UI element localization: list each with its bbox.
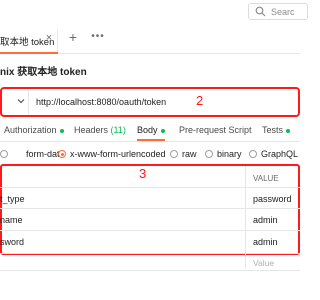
tab-body[interactable]: Body	[137, 125, 165, 135]
new-value-input[interactable]: Value	[253, 258, 274, 268]
row-divider	[0, 208, 300, 209]
body-type-raw[interactable]: raw	[170, 149, 197, 159]
search-input[interactable]: Searc	[248, 3, 308, 20]
param-value[interactable]: password	[253, 194, 292, 204]
body-type-graphql[interactable]: GraphQL	[249, 149, 298, 159]
body-type-binary[interactable]: binary	[205, 149, 242, 159]
radio-icon	[249, 150, 257, 158]
body-type-label: raw	[182, 149, 197, 159]
radio-icon	[205, 150, 213, 158]
tab-pre-request-script[interactable]: Pre-request Script	[179, 125, 252, 135]
row-divider	[0, 270, 300, 271]
annotation-label-3: 3	[139, 166, 147, 181]
new-tab-button[interactable]: +	[66, 30, 80, 44]
tab-pre-request-script-label: Pre-request Script	[179, 125, 252, 135]
param-value[interactable]: admin	[253, 215, 278, 225]
body-type-none-radio[interactable]	[0, 149, 12, 159]
tab-headers[interactable]: Headers (11)	[74, 125, 126, 135]
request-name[interactable]: nix 获取本地 token	[0, 63, 87, 78]
annotation-label-2: 2	[196, 93, 204, 108]
param-key[interactable]: name	[0, 215, 23, 225]
search-placeholder: Searc	[271, 7, 295, 17]
radio-selected-icon	[58, 150, 66, 158]
radio-icon	[0, 150, 8, 158]
status-dot	[286, 128, 291, 133]
body-type-label: GraphQL	[261, 149, 299, 159]
body-type-label: x-www-form-urlencoded	[70, 149, 166, 159]
tab-tests-label: Tests	[262, 125, 284, 135]
close-tab-icon[interactable]: ×	[44, 33, 54, 44]
tab-authorization-label: Authorization	[4, 125, 57, 135]
search-icon	[255, 6, 266, 17]
body-type-x-www-form-urlencoded[interactable]: x-www-form-urlencoded	[58, 149, 166, 159]
method-dropdown-chevron-icon[interactable]	[16, 96, 26, 106]
row-divider	[0, 253, 300, 254]
subtab-divider	[0, 141, 300, 142]
tab-headers-count: (11)	[110, 125, 126, 135]
url-divider	[28, 90, 29, 114]
param-key[interactable]: t_type	[0, 194, 25, 204]
url-input[interactable]: http://localhost:8080/oauth/token	[36, 97, 166, 107]
value-column-header: VALUE	[253, 174, 279, 183]
status-dot	[59, 128, 64, 133]
row-divider	[0, 187, 300, 188]
tab-headers-label: Headers	[74, 125, 109, 135]
param-key[interactable]: sword	[0, 237, 24, 247]
status-dot	[160, 128, 165, 133]
radio-icon	[170, 150, 178, 158]
more-tabs-icon[interactable]: •••	[91, 30, 105, 44]
tab-tests[interactable]: Tests	[262, 125, 291, 135]
tab-authorization[interactable]: Authorization	[4, 125, 64, 135]
body-type-label: binary	[217, 149, 242, 159]
active-tab-indicator	[0, 52, 58, 54]
tab-body-label: Body	[137, 125, 158, 135]
param-value[interactable]: admin	[253, 237, 278, 247]
row-divider	[0, 230, 300, 231]
